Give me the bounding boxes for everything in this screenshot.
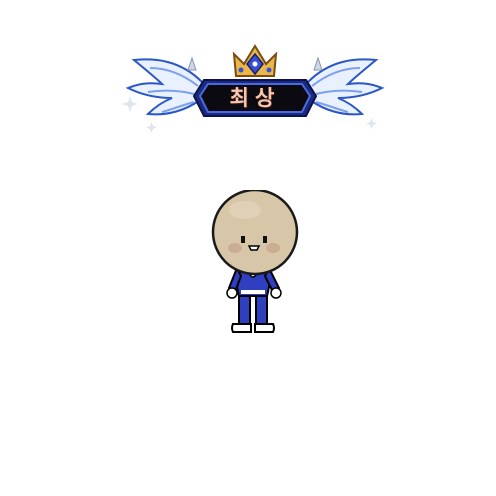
shoes <box>231 323 275 333</box>
player-character[interactable] <box>205 188 305 340</box>
head <box>211 188 299 276</box>
left-wing <box>125 56 204 116</box>
avatar-icon <box>211 188 299 333</box>
crown-icon <box>232 44 278 77</box>
rank-badge: 최상 <box>120 40 390 136</box>
rank-label: 최상 <box>229 86 281 110</box>
right-wing <box>306 56 385 116</box>
game-stage: 최상 <box>0 0 496 496</box>
